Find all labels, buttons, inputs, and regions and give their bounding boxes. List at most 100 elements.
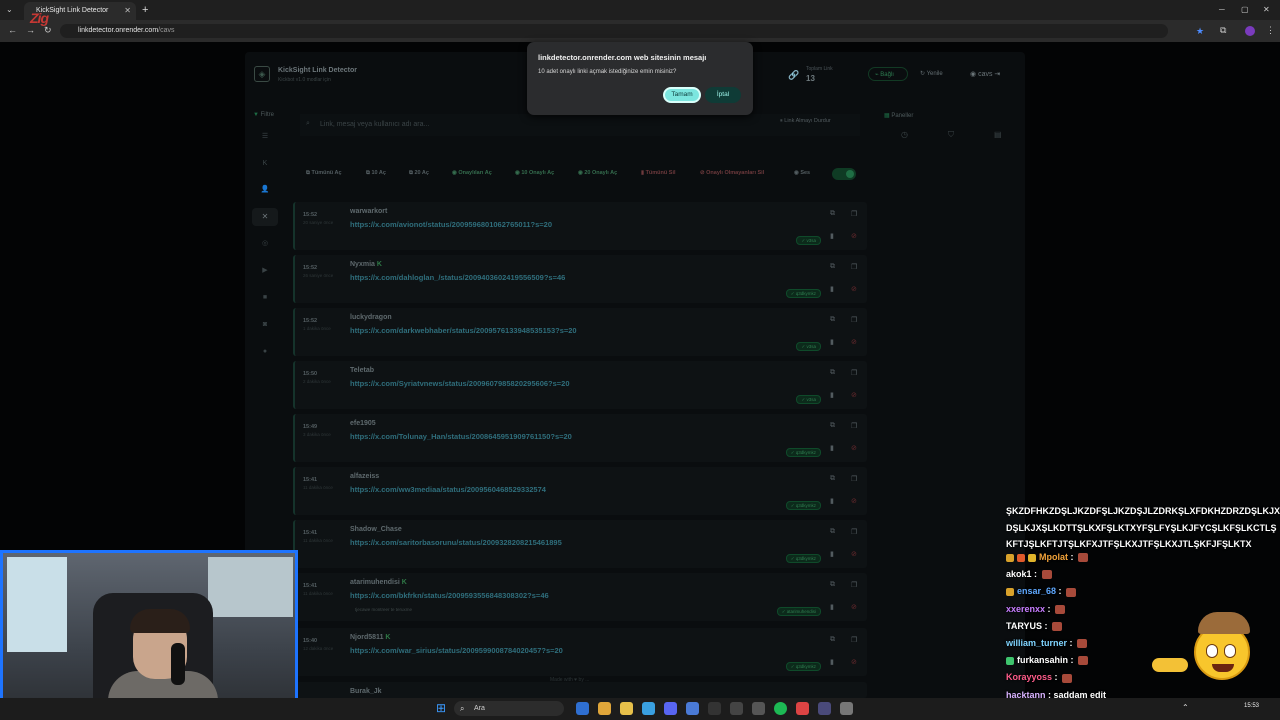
filter-instagram-icon[interactable]: ◎ xyxy=(258,237,272,251)
block-icon[interactable]: ⊘ xyxy=(851,550,857,558)
filter-video-icon[interactable]: ■ xyxy=(258,291,272,305)
bookmark-star-icon[interactable]: ★ xyxy=(1196,26,1204,37)
open-approved-button[interactable]: ◉ Onaylıları Aç xyxy=(452,170,492,176)
delete-icon[interactable]: ▮ xyxy=(830,444,834,452)
copy-icon[interactable]: ❐ xyxy=(851,369,857,377)
sound-toggle[interactable] xyxy=(832,168,856,180)
file-explorer-icon[interactable] xyxy=(620,702,633,715)
start-icon[interactable]: ⊞ xyxy=(436,702,449,715)
edge-icon[interactable] xyxy=(576,702,589,715)
panel-list-icon[interactable]: ▤ xyxy=(994,130,1002,139)
open-10-button[interactable]: ⧉ 10 Aç xyxy=(366,170,386,177)
app-icon-1[interactable] xyxy=(642,702,655,715)
open-link-icon[interactable]: ⧉ xyxy=(830,528,835,536)
card-link[interactable]: https://x.com/darkwebhaber/status/200957… xyxy=(350,326,577,335)
discord-icon[interactable] xyxy=(664,702,677,715)
card-link[interactable]: https://x.com/war_sirius/status/20095990… xyxy=(350,646,563,655)
chrome-icon[interactable] xyxy=(598,702,611,715)
reload-icon[interactable]: ↻ xyxy=(44,25,52,36)
card-link[interactable]: https://x.com/Syriatvnews/status/2009607… xyxy=(350,379,570,388)
cancel-button[interactable]: İptal xyxy=(705,87,741,103)
panel-clock-icon[interactable]: ◷ xyxy=(901,130,908,139)
open-20-button[interactable]: ⧉ 20 Aç xyxy=(409,170,429,177)
card-link[interactable]: https://x.com/dahloglan_/status/20094036… xyxy=(350,273,565,282)
delete-all-button[interactable]: ▮ Tümünü Sil xyxy=(641,170,676,176)
back-icon[interactable]: ← xyxy=(8,25,17,35)
url-bar[interactable]: linkdetector.onrender.com/cavs xyxy=(60,24,1168,38)
app-icon-5[interactable] xyxy=(796,702,809,715)
menu-icon[interactable]: ⋮ xyxy=(1266,25,1275,36)
app-icon-6[interactable] xyxy=(818,702,831,715)
copy-icon[interactable]: ❐ xyxy=(851,475,857,483)
close-icon[interactable]: ✕ xyxy=(124,6,131,15)
card-link[interactable]: https://x.com/saritorbasorunu/status/200… xyxy=(350,538,562,547)
search-input[interactable]: ⌕ Link, mesaj veya kullanıcı adı ara... xyxy=(300,114,860,136)
open-link-icon[interactable]: ⧉ xyxy=(830,316,835,324)
delete-icon[interactable]: ▮ xyxy=(830,603,834,611)
block-icon[interactable]: ⊘ xyxy=(851,603,857,611)
minimize-icon[interactable]: ─ xyxy=(1219,5,1225,14)
spotify-icon[interactable] xyxy=(774,702,787,715)
card-link[interactable]: https://x.com/bkfrkn/status/200959355684… xyxy=(350,591,549,600)
open-10-approved-button[interactable]: ◉ 10 Onaylı Aç xyxy=(515,170,554,176)
filter-camera-icon[interactable]: ◙ xyxy=(258,318,272,332)
taskbar-search[interactable]: ⌕ Ara xyxy=(454,701,564,716)
open-link-icon[interactable]: ⧉ xyxy=(830,475,835,483)
forward-icon[interactable]: → xyxy=(26,25,35,35)
open-link-icon[interactable]: ⧉ xyxy=(830,263,835,271)
block-icon[interactable]: ⊘ xyxy=(851,497,857,505)
open-link-icon[interactable]: ⧉ xyxy=(830,581,835,589)
user-menu[interactable]: ◉ cavs ⇥ xyxy=(970,70,1000,78)
delete-icon[interactable]: ▮ xyxy=(830,550,834,558)
filter-globe-icon[interactable]: ● xyxy=(258,345,272,359)
copy-icon[interactable]: ❐ xyxy=(851,528,857,536)
taskbar-clock[interactable]: 15:53 xyxy=(1244,703,1259,709)
ok-button[interactable]: Tamam xyxy=(663,87,701,103)
block-icon[interactable]: ⊘ xyxy=(851,285,857,293)
filter-all-icon[interactable]: ☰ xyxy=(252,128,278,146)
app-icon-4[interactable] xyxy=(752,702,765,715)
block-icon[interactable]: ⊘ xyxy=(851,232,857,240)
copy-icon[interactable]: ❐ xyxy=(851,316,857,324)
tray-chevron-icon[interactable]: ⌃ xyxy=(1182,703,1189,712)
tab-list-icon[interactable]: ⌄ xyxy=(6,5,13,14)
copy-icon[interactable]: ❐ xyxy=(851,581,857,589)
copy-icon[interactable]: ❐ xyxy=(851,210,857,218)
card-link[interactable]: https://x.com/Tolunay_Han/status/2008645… xyxy=(350,432,572,441)
panel-shield-icon[interactable]: ⛉ xyxy=(948,130,954,140)
delete-icon[interactable]: ▮ xyxy=(830,232,834,240)
filter-users-icon[interactable]: 👤 xyxy=(252,181,278,199)
delete-icon[interactable]: ▮ xyxy=(830,338,834,346)
new-tab-button[interactable]: + xyxy=(142,4,148,16)
card-link[interactable]: https://x.com/avionot/status/20095968010… xyxy=(350,220,552,229)
open-link-icon[interactable]: ⧉ xyxy=(830,636,835,644)
delete-icon[interactable]: ▮ xyxy=(830,497,834,505)
open-20-approved-button[interactable]: ◉ 20 Onaylı Aç xyxy=(578,170,617,176)
refresh-button[interactable]: ↻ Yenile xyxy=(920,70,943,77)
open-link-icon[interactable]: ⧉ xyxy=(830,422,835,430)
delete-icon[interactable]: ▮ xyxy=(830,391,834,399)
window-close-icon[interactable]: ✕ xyxy=(1263,5,1270,14)
maximize-icon[interactable]: ▢ xyxy=(1241,5,1249,14)
copy-icon[interactable]: ❐ xyxy=(851,636,857,644)
block-icon[interactable]: ⊘ xyxy=(851,444,857,452)
copy-icon[interactable]: ❐ xyxy=(851,263,857,271)
card-link[interactable]: https://x.com/ww3mediaa/status/200956046… xyxy=(350,485,546,494)
filter-x-icon[interactable]: ✕ xyxy=(252,208,278,226)
filter-youtube-icon[interactable]: ▶ xyxy=(258,264,272,278)
delete-unapproved-button[interactable]: ⊘ Onaylı Olmayanları Sil xyxy=(700,170,764,176)
steam-icon[interactable] xyxy=(708,702,721,715)
app-icon-3[interactable] xyxy=(730,702,743,715)
open-link-icon[interactable]: ⧉ xyxy=(830,369,835,377)
app-icon-2[interactable] xyxy=(686,702,699,715)
filter-kick-icon[interactable]: K xyxy=(252,155,278,173)
block-icon[interactable]: ⊘ xyxy=(851,658,857,666)
profile-avatar[interactable] xyxy=(1245,26,1255,36)
delete-icon[interactable]: ▮ xyxy=(830,285,834,293)
block-icon[interactable]: ⊘ xyxy=(851,338,857,346)
extensions-icon[interactable]: ⧉ xyxy=(1220,25,1226,36)
delete-icon[interactable]: ▮ xyxy=(830,658,834,666)
copy-icon[interactable]: ❐ xyxy=(851,422,857,430)
stop-links-button[interactable]: ⏸ Link Almayı Durdur xyxy=(780,118,831,125)
open-all-button[interactable]: ⧉ Tümünü Aç xyxy=(306,170,342,177)
